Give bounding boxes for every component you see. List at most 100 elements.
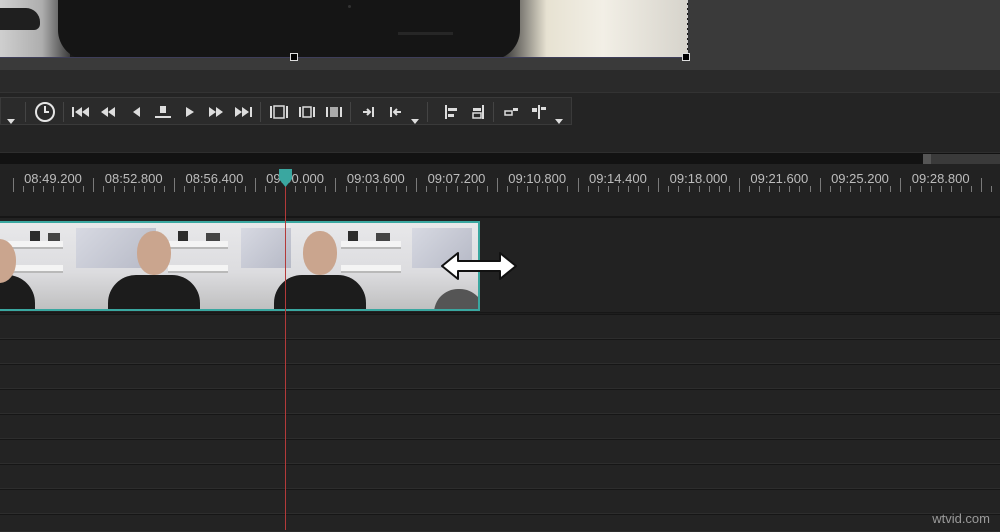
toolbar-divider: [25, 102, 26, 122]
ruler-tick: [769, 186, 770, 192]
ruler-tick: [961, 186, 962, 192]
timeline-track[interactable]: [0, 314, 1000, 339]
ruler-tick: [578, 178, 579, 192]
playhead-line: [285, 182, 286, 530]
ruler-tick: [13, 178, 14, 192]
thumb-shelf-object: [48, 233, 60, 241]
ruler-tick: [406, 186, 407, 192]
timeline-track[interactable]: [0, 389, 1000, 414]
ruler-tick: [668, 186, 669, 192]
thumb-person-head: [137, 231, 171, 275]
go-to-end-icon[interactable]: [232, 101, 254, 123]
ruler-tick: [840, 186, 841, 192]
ruler-tick: [23, 186, 24, 192]
chevron-down-icon[interactable]: [7, 112, 15, 124]
ruler-tick: [467, 186, 468, 192]
resize-handle-bottom-right[interactable]: [682, 53, 690, 61]
timeline-track[interactable]: [0, 514, 1000, 532]
preview-chair: [0, 8, 40, 30]
watermark: wtvid.com: [932, 511, 990, 526]
ruler-tick: [991, 186, 992, 192]
toolbar-divider: [493, 102, 494, 122]
ruler-tick: [547, 186, 548, 192]
timeline-track[interactable]: [0, 364, 1000, 389]
preview-shirt-button: [348, 5, 351, 8]
timeline-track[interactable]: [0, 439, 1000, 464]
ruler-tick: [971, 186, 972, 192]
snapshot-clock-icon[interactable]: [34, 101, 56, 123]
ruler-tick: [235, 186, 236, 192]
chevron-down-icon[interactable]: [555, 112, 563, 124]
marker-icon[interactable]: [528, 101, 550, 123]
ruler-tick: [194, 186, 195, 192]
ruler-tick: [386, 186, 387, 192]
ruler-tick: [537, 186, 538, 192]
playhead-handle[interactable]: [278, 169, 293, 187]
ruler-time-label: 09:21.600: [750, 171, 809, 186]
go-to-start-icon[interactable]: [70, 101, 92, 123]
set-in-point-icon[interactable]: [357, 101, 379, 123]
ruler-tick: [255, 178, 256, 192]
video-clip[interactable]: [0, 221, 480, 311]
thumb-shelf-object: [376, 233, 390, 241]
ruler-tick: [315, 186, 316, 192]
timeline-ruler[interactable]: 08:49.200 08:52.800 08:56.400 09:00.000 09:0…: [0, 164, 1000, 218]
ruler-tick: [33, 186, 34, 192]
align-right-icon[interactable]: [467, 101, 489, 123]
ruler-tick: [830, 186, 831, 192]
ripple-icon[interactable]: [501, 101, 523, 123]
thumb-person-body: [274, 275, 366, 309]
ruler-tick: [759, 186, 760, 192]
ruler-tick: [921, 186, 922, 192]
split-clip-icon[interactable]: [268, 101, 290, 123]
preview-person-shirt: [58, 0, 520, 57]
ruler-tick: [114, 186, 115, 192]
ruler-tick: [729, 186, 730, 192]
step-back-icon[interactable]: [125, 101, 147, 123]
timeline-track[interactable]: [0, 414, 1000, 439]
ruler-tick: [245, 186, 246, 192]
set-out-point-icon[interactable]: [385, 101, 407, 123]
timeline-track[interactable]: [0, 489, 1000, 514]
ruler-time-label: 08:52.800: [104, 171, 163, 186]
play-icon[interactable]: [179, 101, 201, 123]
thumb-shelf: [8, 241, 63, 249]
ruler-tick: [416, 178, 417, 192]
ruler-tick: [709, 186, 710, 192]
ruler-time-label: 09:03.600: [346, 171, 405, 186]
preview-frame[interactable]: [0, 0, 688, 58]
ruler-tick: [900, 178, 901, 192]
ruler-tick: [204, 186, 205, 192]
ruler-tick: [376, 186, 377, 192]
timeline-track[interactable]: [0, 464, 1000, 489]
ruler-tick: [739, 178, 740, 192]
thumb-shelf: [341, 241, 401, 249]
align-left-icon[interactable]: [440, 101, 462, 123]
ruler-tick: [73, 186, 74, 192]
ruler-tick: [265, 186, 266, 192]
thumb-shelf: [341, 265, 401, 273]
clip-thumbnail: [68, 223, 236, 309]
clip-thumbnail: [0, 223, 68, 309]
ruler-tick: [154, 186, 155, 192]
scrollbar-thumb[interactable]: [925, 154, 1000, 164]
thumb-shelf-object: [30, 231, 40, 241]
scrollbar-grip[interactable]: [923, 154, 931, 164]
ruler-tick: [951, 186, 952, 192]
thumb-poster: [241, 228, 291, 268]
trim-end-icon[interactable]: [323, 101, 345, 123]
ruler-tick: [477, 186, 478, 192]
fast-forward-icon[interactable]: [205, 101, 227, 123]
toolbar-strip: [0, 97, 572, 125]
trim-start-icon[interactable]: [296, 101, 318, 123]
ruler-tick: [356, 186, 357, 192]
ruler-time-label: 08:56.400: [185, 171, 244, 186]
ruler-tick: [275, 186, 276, 192]
rewind-icon[interactable]: [97, 101, 119, 123]
stop-icon[interactable]: [152, 101, 174, 123]
chevron-down-icon[interactable]: [411, 112, 419, 124]
timeline-track[interactable]: [0, 339, 1000, 364]
ruler-tick: [103, 186, 104, 192]
ruler-tick: [497, 178, 498, 192]
resize-handle-bottom-center[interactable]: [290, 53, 298, 61]
